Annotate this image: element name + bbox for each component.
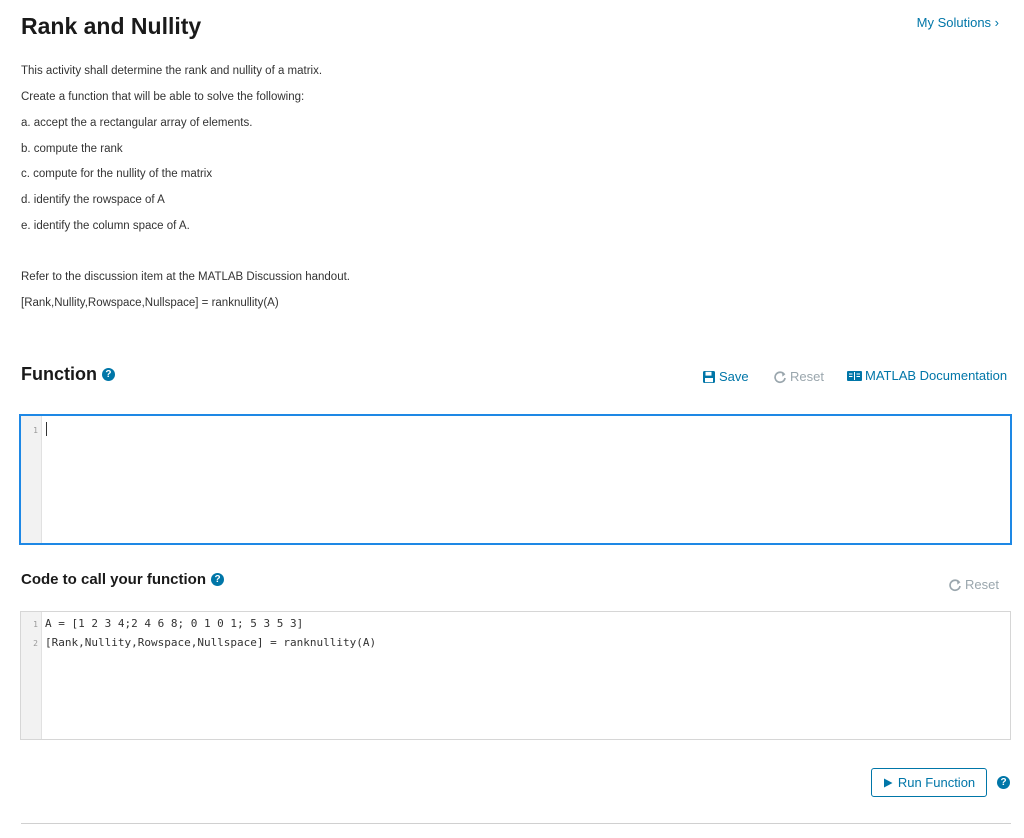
code-line: [Rank,Nullity,Rowspace,Nullspace] = rank… bbox=[45, 636, 377, 649]
line-number: 1 bbox=[33, 426, 38, 435]
my-solutions-link[interactable]: My Solutions › bbox=[917, 15, 999, 30]
call-section-title: Code to call your function ? bbox=[21, 571, 225, 588]
function-signature: [Rank,Nullity,Rowspace,Nullspace] = rank… bbox=[21, 297, 279, 309]
function-editor[interactable]: 1 bbox=[19, 414, 1012, 545]
description-line: a. accept the a rectangular array of ele… bbox=[21, 117, 253, 129]
run-label: Run Function bbox=[897, 775, 976, 790]
call-reset-button[interactable]: Reset bbox=[948, 577, 999, 592]
reset-label: Reset bbox=[790, 369, 824, 384]
call-title-text: Code to call your function bbox=[21, 571, 207, 588]
refresh-icon bbox=[949, 578, 961, 591]
code-line: A = [1 2 3 4;2 4 6 8; 0 1 0 1; 5 3 5 3] bbox=[45, 617, 304, 630]
description-line: e. identify the column space of A. bbox=[21, 220, 190, 232]
line-number-gutter: 1 2 bbox=[21, 612, 42, 739]
line-number-gutter: 1 bbox=[21, 416, 42, 543]
function-reset-button[interactable]: Reset bbox=[773, 369, 824, 384]
run-function-button[interactable]: Run Function bbox=[871, 768, 987, 797]
reset-label: Reset bbox=[965, 577, 999, 592]
divider bbox=[21, 823, 1011, 824]
description-line: This activity shall determine the rank a… bbox=[21, 65, 323, 77]
description-line: c. compute for the nullity of the matrix bbox=[21, 168, 213, 180]
play-icon bbox=[883, 778, 893, 787]
description-line: Refer to the discussion item at the MATL… bbox=[21, 271, 350, 283]
help-icon[interactable]: ? bbox=[997, 776, 1010, 789]
description-line: b. compute the rank bbox=[21, 143, 123, 155]
floppy-disk-icon bbox=[703, 370, 715, 383]
call-code-editor[interactable]: 1 2 A = [1 2 3 4;2 4 6 8; 0 1 0 1; 5 3 5… bbox=[20, 611, 1011, 740]
line-number: 2 bbox=[33, 639, 38, 648]
page-title: Rank and Nullity bbox=[21, 13, 202, 39]
line-number: 1 bbox=[33, 620, 38, 629]
help-icon[interactable]: ? bbox=[101, 368, 115, 381]
description-line: Create a function that will be able to s… bbox=[21, 91, 305, 103]
save-label: Save bbox=[719, 369, 749, 384]
function-title-text: Function bbox=[21, 364, 97, 384]
refresh-icon bbox=[774, 370, 786, 383]
description-line: d. identify the rowspace of A bbox=[21, 194, 165, 206]
documentation-label: MATLAB Documentation bbox=[865, 368, 1008, 383]
text-cursor bbox=[46, 422, 47, 436]
help-icon[interactable]: ? bbox=[211, 573, 225, 586]
matlab-documentation-link[interactable]: MATLAB Documentation bbox=[847, 368, 1007, 383]
book-icon bbox=[847, 370, 862, 381]
save-button[interactable]: Save bbox=[702, 369, 749, 384]
function-section-title: Function ? bbox=[21, 364, 115, 385]
